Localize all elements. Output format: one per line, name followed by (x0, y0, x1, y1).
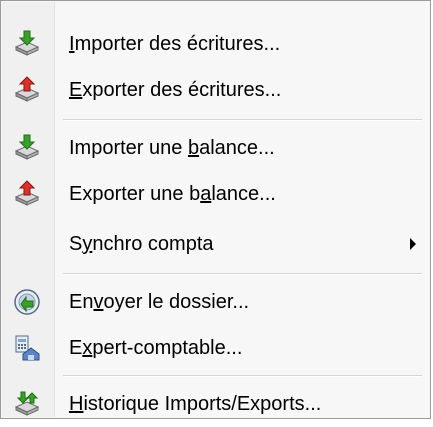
export-entries-icon (13, 76, 41, 104)
menu-item-expert-comptable[interactable]: Expert-comptable... (3, 325, 428, 371)
context-menu: Importer des écritures... Exporter des é… (0, 0, 431, 419)
history-icon (13, 390, 41, 418)
import-balance-icon (13, 134, 41, 162)
menu-item-import-entries[interactable]: Importer des écritures... (3, 21, 428, 67)
menu-item-import-balance[interactable]: Importer une balance... (3, 125, 428, 171)
menu-item-label: Exporter une balance... (69, 183, 276, 205)
menu-item-label: Importer une balance... (69, 137, 275, 159)
menu-item-label: Envoyer le dossier... (69, 291, 250, 313)
menu-item-label: Historique Imports/Exports... (69, 393, 322, 415)
menu-separator (63, 273, 422, 275)
send-folder-icon (13, 288, 41, 316)
menu-item-label: Expert-comptable... (69, 337, 243, 359)
menu-item-label: Synchro compta (69, 233, 214, 255)
menu-separator (63, 375, 422, 377)
menu-item-send-folder[interactable]: Envoyer le dossier... (3, 279, 428, 325)
accountant-icon (13, 334, 41, 362)
menu-item-export-balance[interactable]: Exporter une balance... (3, 171, 428, 217)
submenu-arrow-icon (410, 238, 416, 250)
menu-separator (63, 119, 422, 121)
menu-item-label: Exporter des écritures... (69, 79, 282, 101)
menu-item-label: Importer des écritures... (69, 33, 281, 55)
export-balance-icon (13, 180, 41, 208)
menu-item-history[interactable]: Historique Imports/Exports... (3, 381, 428, 427)
menu-item-synchro-compta[interactable]: Synchro compta (3, 221, 428, 267)
menu-item-export-entries[interactable]: Exporter des écritures... (3, 67, 428, 113)
import-entries-icon (13, 30, 41, 58)
